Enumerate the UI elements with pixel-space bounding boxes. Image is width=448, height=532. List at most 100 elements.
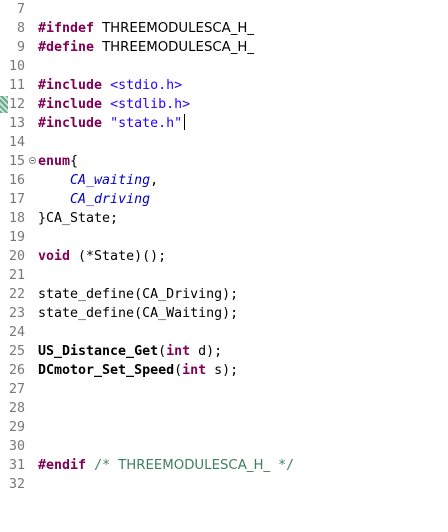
code-line: 7 xyxy=(0,0,448,19)
preprocessor-directive: #include xyxy=(38,97,103,112)
keyword: void xyxy=(38,249,71,264)
line-number: 28 xyxy=(8,401,25,416)
code-line: 31 #endif /* THREEMODULESCA_H_ */ xyxy=(0,456,448,475)
code-line: 14 xyxy=(0,133,448,152)
include-header: <stdlib.h> xyxy=(110,97,191,112)
code-token: ( xyxy=(174,363,183,378)
line-number: 20 xyxy=(8,249,25,264)
code-text[interactable]: #include <stdlib.h> xyxy=(38,95,190,114)
code-line: 22 state_define(CA_Driving); xyxy=(0,285,448,304)
code-text[interactable]: void (*State)(); xyxy=(38,247,166,266)
fold-collapse-icon[interactable] xyxy=(29,157,36,164)
code-line: 25 US_Distance_Get(int d); xyxy=(0,342,448,361)
code-editor[interactable]: 7 8 #ifndef THREEMODULESCA_H_ 9 #define … xyxy=(0,0,448,515)
code-token: (*State)(); xyxy=(70,249,167,264)
code-line: 30 xyxy=(0,437,448,456)
code-text[interactable]: CA_driving xyxy=(38,190,150,209)
line-gutter: 20 xyxy=(0,247,28,266)
line-gutter: 28 xyxy=(0,399,28,418)
code-line: 15 enum{ xyxy=(0,152,448,171)
code-line: 23 state_define(CA_Waiting); xyxy=(0,304,448,323)
code-text[interactable]: CA_waiting, xyxy=(38,171,158,190)
line-gutter: 7 xyxy=(0,0,28,19)
keyword: enum xyxy=(38,154,71,169)
line-gutter: 16 xyxy=(0,171,28,190)
line-gutter: 13 xyxy=(0,114,28,133)
macro-name: THREEMODULESCA_H_ xyxy=(102,21,255,36)
line-number: 15 xyxy=(8,154,25,169)
code-line: 9 #define THREEMODULESCA_H_ xyxy=(0,38,448,57)
line-number: 12 xyxy=(8,97,25,112)
line-number: 24 xyxy=(8,325,25,340)
line-number: 19 xyxy=(8,230,25,245)
code-token: { xyxy=(70,154,79,169)
line-number: 13 xyxy=(8,116,25,131)
line-gutter: 10 xyxy=(0,57,28,76)
line-gutter: 18 xyxy=(0,209,28,228)
code-line: 29 xyxy=(0,418,448,437)
code-token: state_define(CA_Waiting); xyxy=(38,306,239,321)
code-text[interactable]: state_define(CA_Driving); xyxy=(38,285,238,304)
code-text[interactable]: enum{ xyxy=(38,152,78,171)
code-token: }CA_State; xyxy=(38,211,119,226)
preprocessor-directive: #ifndef xyxy=(38,21,95,36)
code-text[interactable]: }CA_State; xyxy=(38,209,118,228)
text-cursor xyxy=(184,114,186,130)
line-gutter: 9 xyxy=(0,38,28,57)
line-number: 10 xyxy=(8,59,25,74)
line-number: 23 xyxy=(8,306,25,321)
code-line: 24 xyxy=(0,323,448,342)
code-line: 10 xyxy=(0,57,448,76)
code-text[interactable]: DCmotor_Set_Speed(int s); xyxy=(38,361,238,380)
line-number: 7 xyxy=(16,2,25,17)
line-number: 30 xyxy=(8,439,25,454)
code-line: 28 xyxy=(0,399,448,418)
code-text[interactable]: #ifndef THREEMODULESCA_H_ xyxy=(38,19,254,38)
line-gutter: 32 xyxy=(0,475,28,494)
code-line: 13 #include "state.h" xyxy=(0,114,448,133)
code-token: , xyxy=(150,173,159,188)
line-number: 29 xyxy=(8,420,25,435)
code-line: 26 DCmotor_Set_Speed(int s); xyxy=(0,361,448,380)
line-gutter: 8 xyxy=(0,19,28,38)
code-line: 18 }CA_State; xyxy=(0,209,448,228)
line-number: 11 xyxy=(8,78,25,93)
preprocessor-directive: #define xyxy=(38,40,95,55)
line-number: 14 xyxy=(8,135,25,150)
line-number: 25 xyxy=(8,344,25,359)
macro-name: THREEMODULESCA_H_ xyxy=(102,40,255,55)
line-number: 27 xyxy=(8,382,25,397)
code-text[interactable]: #include "state.h" xyxy=(38,114,186,133)
line-gutter: 31 xyxy=(0,456,28,475)
line-gutter: 22 xyxy=(0,285,28,304)
code-token: state_define(CA_Driving); xyxy=(38,287,239,302)
comment-macro: THREEMODULESCA_H_ xyxy=(118,458,271,473)
preprocessor-directive: #include xyxy=(38,116,103,131)
line-gutter: 26 xyxy=(0,361,28,380)
code-line: 27 xyxy=(0,380,448,399)
line-gutter: 27 xyxy=(0,380,28,399)
code-text[interactable]: #endif /* THREEMODULESCA_H_ */ xyxy=(38,456,294,475)
code-token: d); xyxy=(190,344,223,359)
code-text[interactable]: state_define(CA_Waiting); xyxy=(38,304,238,323)
line-gutter: 21 xyxy=(0,266,28,285)
line-gutter: 17 xyxy=(0,190,28,209)
code-token: ( xyxy=(158,344,167,359)
line-gutter: 29 xyxy=(0,418,28,437)
line-number: 26 xyxy=(8,363,25,378)
comment-open: /* xyxy=(94,458,119,473)
code-text[interactable]: #include <stdio.h> xyxy=(38,76,182,95)
code-line: 32 xyxy=(0,475,448,494)
function-name: US_Distance_Get xyxy=(38,344,159,359)
line-number: 31 xyxy=(8,458,25,473)
code-text[interactable]: US_Distance_Get(int d); xyxy=(38,342,222,361)
change-marker-icon[interactable] xyxy=(0,96,8,113)
code-token: s); xyxy=(206,363,239,378)
line-gutter: 30 xyxy=(0,437,28,456)
type-keyword: int xyxy=(182,363,207,378)
code-text[interactable]: #define THREEMODULESCA_H_ xyxy=(38,38,254,57)
enumerator: CA_driving xyxy=(70,192,151,207)
line-gutter: 15 xyxy=(0,152,36,171)
code-line: 19 xyxy=(0,228,448,247)
line-number: 18 xyxy=(8,211,25,226)
